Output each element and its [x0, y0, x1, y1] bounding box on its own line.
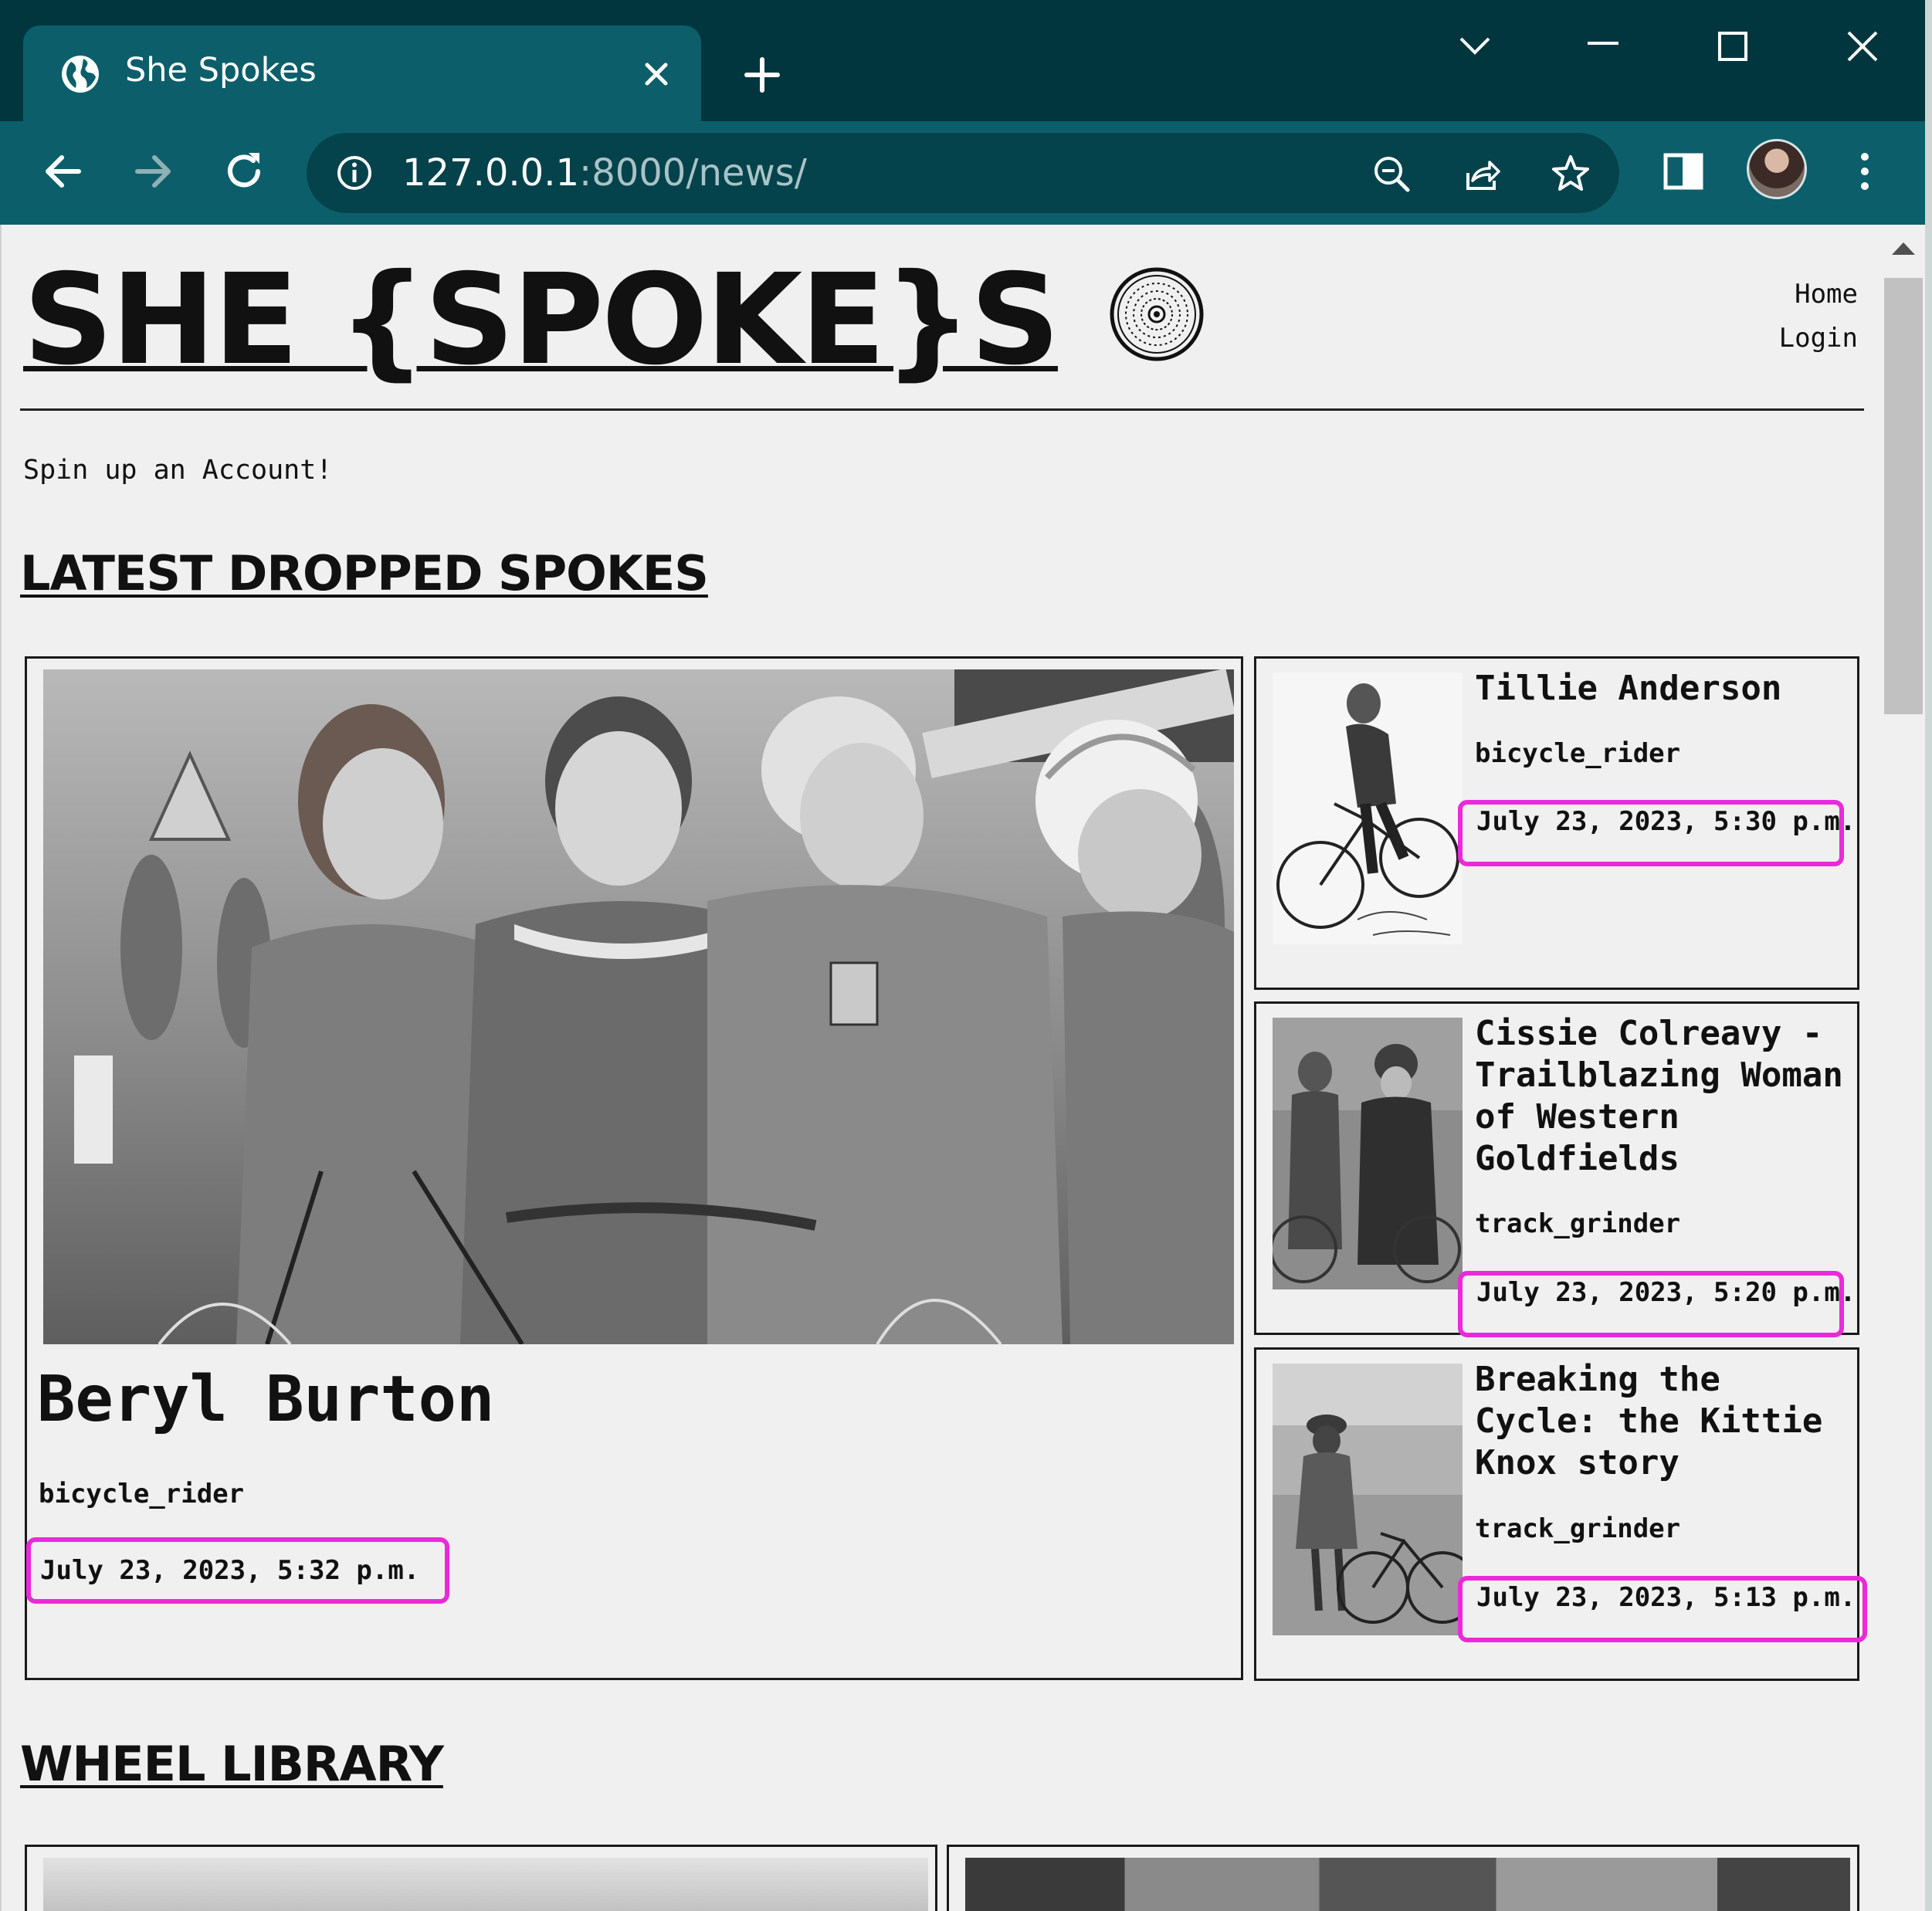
browser-toolbar: 127.0.0.1:8000/news/ — [0, 121, 1925, 225]
kebab-menu-icon[interactable] — [1838, 144, 1892, 198]
post-title-tillie-anderson[interactable]: Tillie Anderson — [1475, 668, 1861, 710]
zoom-out-icon[interactable] — [1371, 153, 1412, 195]
tab-title: She Spokes — [125, 51, 317, 90]
post-title-cissie-colreavy[interactable]: Cissie Colreavy - Trailblazing Woman of … — [1475, 1013, 1861, 1180]
post-author-cissie-colreavy: track_grinder — [1475, 1208, 1681, 1239]
browser-tab-strip: She Spokes — [0, 0, 1932, 121]
featured-post-author: bicycle_rider — [39, 1479, 245, 1509]
post-title-kittie-knox[interactable]: Breaking the Cycle: the Kittie Knox stor… — [1475, 1359, 1861, 1484]
chevron-down-icon[interactable] — [1452, 23, 1498, 69]
plus-icon[interactable] — [737, 50, 787, 100]
library-card-image[interactable] — [965, 1858, 1850, 1911]
reload-icon[interactable] — [215, 142, 273, 201]
section-title-latest: LATEST DROPPED SPOKES — [20, 545, 709, 601]
page-viewport: SHE {SPOKE}S Home Login Spin up an Accou… — [0, 225, 1881, 1911]
nav-link-login[interactable]: Login — [1779, 317, 1858, 361]
header-divider — [20, 408, 1864, 411]
nav-link-home[interactable]: Home — [1779, 273, 1858, 317]
window-edge — [1925, 0, 1932, 1911]
section-title-wheel-library: WHEEL LIBRARY — [20, 1736, 444, 1792]
post-image-kittie-knox[interactable] — [1273, 1364, 1463, 1635]
post-image-cissie-colreavy[interactable] — [1273, 1018, 1463, 1289]
women-with-bicycles-photo — [1273, 1018, 1463, 1289]
bicycle-wheel-icon — [1110, 267, 1204, 361]
featured-post-image[interactable] — [43, 669, 1234, 1344]
browser-tab[interactable]: She Spokes — [23, 25, 701, 121]
arrow-right-icon[interactable] — [124, 142, 182, 201]
woman-with-bicycle-photo — [1273, 1364, 1463, 1635]
library-card-image[interactable] — [43, 1858, 928, 1911]
date-highlight — [1458, 800, 1844, 866]
featured-post-title[interactable]: Beryl Burton — [37, 1361, 494, 1438]
arrow-left-icon[interactable] — [34, 142, 93, 201]
cyclists-photo — [43, 669, 1234, 1344]
url-path: :8000/news/ — [579, 151, 807, 195]
cyclist-sketch-photo — [1273, 673, 1463, 944]
site-nav: Home Login — [1779, 273, 1858, 361]
date-highlight — [26, 1537, 449, 1604]
date-highlight — [1458, 1271, 1844, 1337]
date-highlight — [1458, 1576, 1867, 1642]
side-panel-icon[interactable] — [1656, 144, 1710, 198]
star-icon[interactable] — [1550, 153, 1591, 195]
site-logo[interactable]: SHE {SPOKE}S — [23, 243, 1060, 398]
maximize-icon[interactable] — [1710, 23, 1756, 69]
post-image-tillie-anderson[interactable] — [1273, 673, 1463, 944]
minimize-icon[interactable] — [1580, 23, 1626, 69]
avatar[interactable] — [1747, 139, 1807, 199]
scrollbar-thumb[interactable] — [1884, 278, 1923, 714]
window-close-icon[interactable] — [1839, 23, 1886, 69]
address-bar[interactable]: 127.0.0.1:8000/news/ — [307, 133, 1619, 213]
post-author-kittie-knox: track_grinder — [1475, 1513, 1681, 1544]
close-icon[interactable] — [636, 53, 677, 95]
url-host: 127.0.0.1 — [402, 151, 580, 195]
signup-link[interactable]: Spin up an Account! — [23, 453, 332, 487]
scroll-up-arrow[interactable] — [1892, 242, 1915, 255]
info-icon[interactable] — [336, 154, 373, 191]
url-text[interactable]: 127.0.0.1:8000/news/ — [402, 148, 807, 198]
post-author-tillie-anderson: bicycle_rider — [1475, 738, 1681, 769]
globe-icon — [62, 56, 99, 93]
share-icon[interactable] — [1460, 153, 1502, 195]
